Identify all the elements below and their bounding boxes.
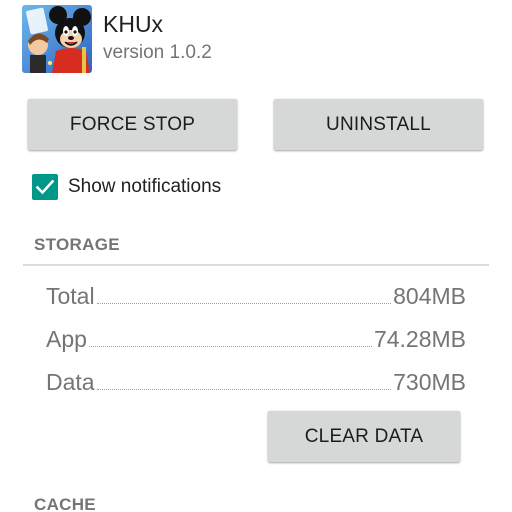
- storage-row-label: Total: [46, 283, 95, 309]
- uninstall-button[interactable]: UNINSTALL: [274, 99, 483, 150]
- storage-row-value: 804MB: [393, 283, 466, 309]
- dotted-leader: [96, 389, 392, 390]
- storage-row-total: Total 804MB: [46, 280, 466, 310]
- app-title: KHUx: [103, 11, 164, 37]
- storage-divider: [23, 264, 489, 266]
- storage-header: STORAGE: [34, 235, 120, 254]
- checkmark-icon: [35, 179, 55, 195]
- storage-row-label: Data: [46, 369, 95, 395]
- force-stop-button[interactable]: FORCE STOP: [28, 99, 237, 150]
- clear-data-button[interactable]: CLEAR DATA: [268, 411, 460, 462]
- storage-row-label: App: [46, 326, 87, 352]
- dotted-leader: [88, 346, 372, 347]
- app-icon: [22, 5, 92, 73]
- app-info-screen: KHUx version 1.0.2 FORCE STOP UNINSTALL …: [0, 0, 512, 512]
- app-version: version 1.0.2: [103, 42, 212, 63]
- cache-header: CACHE: [34, 495, 96, 512]
- storage-row-value: 74.28MB: [373, 326, 466, 352]
- storage-row-data: Data 730MB: [46, 366, 466, 396]
- storage-row-app: App 74.28MB: [46, 323, 466, 353]
- storage-row-value: 730MB: [393, 369, 466, 395]
- show-notifications-checkbox[interactable]: [32, 174, 58, 200]
- show-notifications-label: Show notifications: [68, 176, 222, 197]
- dotted-leader: [96, 303, 392, 304]
- show-notifications-row[interactable]: Show notifications: [32, 173, 221, 201]
